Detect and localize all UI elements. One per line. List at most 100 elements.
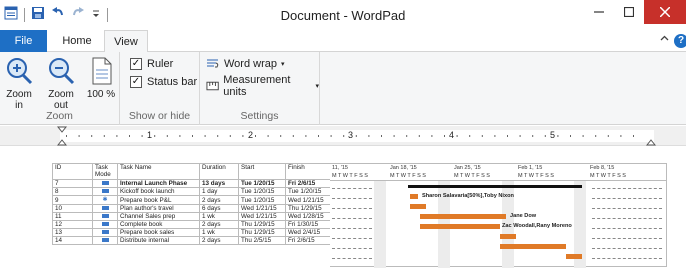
task-finish: Tue 1/20/15 [285, 187, 332, 196]
tab-view[interactable]: View [104, 30, 148, 53]
right-indent-marker[interactable] [646, 126, 656, 146]
task-mode-icon [92, 179, 118, 188]
word-wrap-button[interactable]: Word wrap ▾ [206, 58, 285, 70]
summary-bar-row7[interactable] [408, 185, 582, 188]
task-bar-row13[interactable] [500, 244, 566, 249]
ruler-tick [204, 135, 206, 137]
task-finish: Wed 1/28/15 [285, 212, 332, 221]
task-finish: Fri 2/6/15 [285, 236, 332, 245]
table-row[interactable]: 14 Distribute internal 2 days Thu 2/5/15 Fri… [52, 236, 332, 245]
task-mode-icon [92, 187, 118, 196]
task-bar-row12[interactable] [500, 234, 516, 239]
ruler-tick [481, 135, 483, 137]
word-wrap-dropdown-icon: ▾ [280, 61, 285, 68]
col-duration: Duration [199, 163, 239, 180]
status-bar-label: Status bar [147, 76, 198, 88]
ruler-tick [116, 135, 118, 137]
task-bar-row10[interactable] [420, 214, 506, 219]
ribbon-tabs: File Home View ? [0, 30, 686, 53]
collapse-ribbon-icon[interactable] [660, 34, 669, 46]
gantt-table: ID Task Mode Task Name Duration Start Fi… [52, 163, 332, 245]
row-dash [592, 248, 662, 249]
help-icon[interactable]: ? [674, 34, 686, 48]
table-row[interactable]: 7 Internal Launch Phase 13 days Tue 1/20/15… [52, 179, 332, 188]
task-start: Thu 2/5/15 [238, 236, 286, 245]
task-bar-row14[interactable] [566, 254, 582, 259]
auto-schedule-icon [101, 230, 109, 234]
ruler-tick [242, 135, 244, 137]
ruler-checkbox[interactable]: ✓ Ruler [130, 58, 173, 70]
table-row[interactable]: 12 Complete book 2 days Thu 1/29/15 Fri 1/30… [52, 220, 332, 229]
col-start: Start [238, 163, 286, 180]
ruler-ticks [66, 135, 634, 137]
zoom-in-button[interactable]: Zoom in [2, 56, 36, 111]
bar-label-row11: Zac Woodall,Rany Moreno [502, 223, 572, 229]
show-hide-group: ✓ Ruler ✓ Status bar Show or hide [120, 52, 200, 125]
bar-label-row8: Sharon Salavaria[50%],Toby Nixon [422, 193, 514, 199]
first-line-indent-marker[interactable] [57, 126, 67, 146]
task-bar-row8[interactable] [410, 194, 418, 199]
ruler-mark-2: 2 [248, 130, 254, 140]
task-duration: 1 day [199, 187, 239, 196]
task-bar-row11[interactable] [420, 224, 500, 229]
ruler-tick [595, 135, 597, 137]
measurement-units-button[interactable]: Measurement units ▾ [206, 74, 319, 98]
col-id: ID [52, 163, 93, 180]
task-start: Wed 1/21/15 [238, 212, 286, 221]
table-row[interactable]: 8 Kickoff book launch 1 day Tue 1/20/15 Tue … [52, 187, 332, 196]
task-duration: 2 days [199, 220, 239, 229]
task-finish: Wed 1/21/15 [285, 195, 332, 205]
tab-home[interactable]: Home [52, 30, 102, 52]
show-hide-group-label: Show or hide [128, 110, 191, 122]
ruler-tick [292, 135, 294, 137]
status-bar-checkbox[interactable]: ✓ Status bar [130, 76, 197, 88]
task-name: Prepare book P&L [117, 195, 200, 205]
zoom-100-button[interactable]: 100 % [84, 56, 118, 100]
task-bar-row9[interactable] [410, 204, 426, 209]
document-zoom-icon [92, 57, 112, 85]
ruler-tick [154, 135, 156, 137]
task-mode-icon [92, 220, 118, 229]
task-mode-icon: ✱ [92, 195, 118, 205]
minimize-icon [594, 11, 604, 13]
close-button[interactable] [644, 0, 686, 24]
ruler-mark-3: 3 [348, 130, 354, 140]
ruler-tick [305, 135, 307, 137]
table-row[interactable]: 11 Channel Sales prep 1 wk Wed 1/21/15 Wed 1… [52, 212, 332, 221]
ruler-tick [368, 135, 370, 137]
ruler[interactable]: 1 2 3 4 5 [0, 126, 686, 146]
ruler-tick [179, 135, 181, 137]
settings-group-label: Settings [240, 110, 279, 122]
row-dash [592, 258, 662, 259]
table-row[interactable]: 10 Plan author's travel 6 days Wed 1/21/15 T… [52, 204, 332, 213]
measurement-units-dropdown-icon: ▾ [315, 83, 319, 90]
ruler-label: Ruler [147, 58, 174, 70]
task-duration: 13 days [199, 179, 239, 188]
row-dash [592, 238, 662, 239]
auto-schedule-icon [101, 181, 109, 185]
zoom-group-label: Zoom [46, 110, 73, 122]
task-name: Complete book [117, 220, 200, 229]
task-mode-icon [92, 228, 118, 237]
ruler-tick [456, 135, 458, 137]
day-letters: M T W T F S S [590, 173, 626, 179]
row-dash [332, 218, 372, 219]
task-mode-icon [92, 236, 118, 245]
auto-schedule-icon [101, 214, 109, 218]
day-letters: M T W T F S S [332, 173, 368, 179]
ruler-tick [255, 135, 256, 137]
maximize-button[interactable] [614, 0, 644, 24]
gantt-timescale: 11, '15 Jan 18, '15 Jan 25, '15 Feb 1, '… [330, 164, 667, 181]
row-dash [592, 188, 662, 189]
task-id: 10 [52, 204, 93, 213]
minimize-button[interactable] [584, 0, 614, 24]
table-row[interactable]: 9 ✱ Prepare book P&L 2 days Tue 1/20/15 Wed 1… [52, 195, 332, 205]
row-dash [332, 228, 372, 229]
row-dash [332, 238, 372, 239]
row-dash [592, 198, 662, 199]
task-name: Kickoff book launch [117, 187, 200, 196]
tab-file[interactable]: File [0, 30, 47, 52]
zoom-out-button[interactable]: Zoom out [44, 56, 78, 111]
day-letters: M T W T F S S [518, 173, 554, 179]
table-row[interactable]: 13 Prepare book sales 1 wk Thu 1/29/15 Wed 2… [52, 228, 332, 237]
